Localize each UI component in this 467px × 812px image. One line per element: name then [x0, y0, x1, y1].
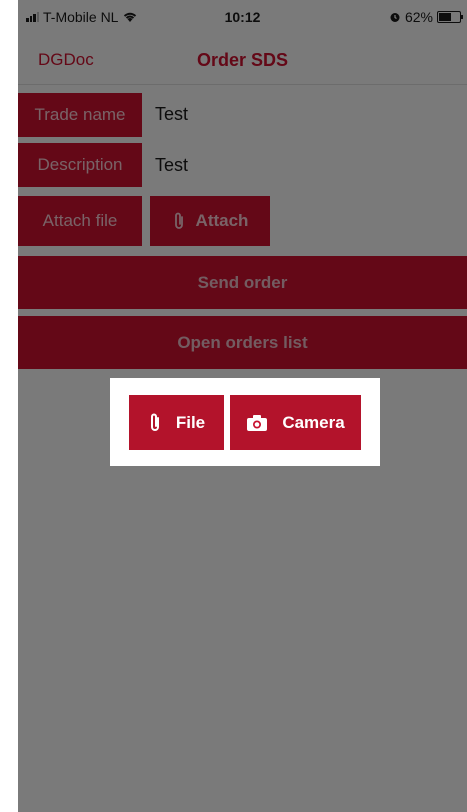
file-button[interactable]: File [129, 395, 224, 450]
camera-button-label: Camera [282, 412, 345, 432]
camera-icon [246, 414, 268, 432]
file-button-label: File [175, 412, 206, 432]
camera-button[interactable]: Camera [230, 395, 361, 450]
attach-source-popup: File Camera [110, 378, 380, 466]
paperclip-icon [148, 412, 162, 434]
app-screen: T-Mobile NL 10:12 62% DGDoc Order SDS Tr… [18, 0, 467, 812]
